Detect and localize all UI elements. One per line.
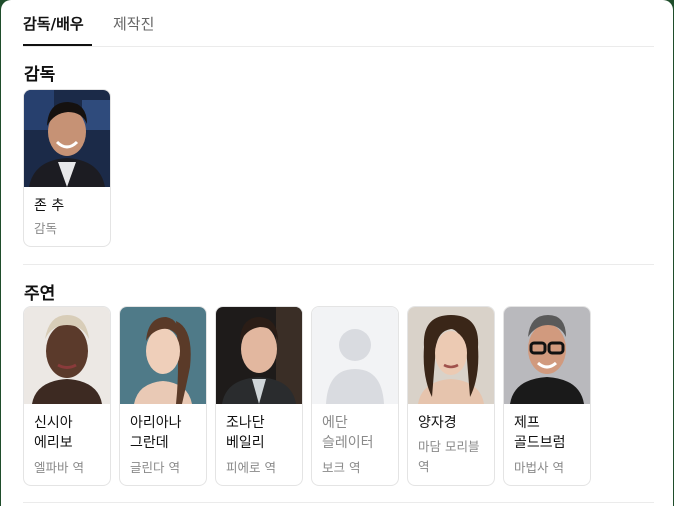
person-photo: [120, 307, 206, 404]
person-name: 신시아 에리보: [34, 415, 73, 451]
person-placeholder-icon: [312, 307, 398, 404]
person-name: 양자경: [418, 415, 457, 431]
person-card-cast[interactable]: 양자경 마담 모리블 역: [407, 306, 495, 486]
person-name: 존 추: [34, 198, 65, 214]
person-role: 보크 역: [322, 460, 361, 475]
tab-cast[interactable]: 감독/배우: [23, 14, 84, 34]
person-name: 에단 슬레이터: [322, 415, 374, 451]
section-divider: [23, 502, 654, 503]
person-photo: [24, 307, 110, 404]
person-photo: [216, 307, 302, 404]
person-role: 글린다 역: [130, 460, 180, 475]
person-role: 피에로 역: [226, 460, 276, 475]
section-divider: [23, 264, 654, 265]
person-name: 조나단 베일리: [226, 415, 265, 451]
person-photo: [24, 90, 110, 187]
person-photo: [408, 307, 494, 404]
person-name: 제프 골드브럼: [514, 415, 566, 451]
person-card-cast[interactable]: 제프 골드브럼 마법사 역: [503, 306, 591, 486]
person-card-cast[interactable]: 조나단 베일리 피에로 역: [215, 306, 303, 486]
tab-crew[interactable]: 제작진: [113, 14, 154, 34]
person-role: 엘파바 역: [34, 460, 84, 475]
cast-panel: 감독/배우 제작진 감독 존 추 감독 주연 신시아 에리보 엘파바 역 아리아…: [1, 0, 673, 506]
person-card-cast[interactable]: 신시아 에리보 엘파바 역: [23, 306, 111, 486]
person-card-director[interactable]: 존 추 감독: [23, 89, 111, 247]
person-role: 마법사 역: [514, 460, 564, 475]
person-card-cast[interactable]: 아리아나 그란데 글린다 역: [119, 306, 207, 486]
person-role: 감독: [34, 221, 58, 236]
person-role: 마담 모리블 역: [418, 439, 480, 474]
person-card-cast[interactable]: 에단 슬레이터 보크 역: [311, 306, 399, 486]
active-tab-indicator: [23, 44, 92, 46]
section-title-director: 감독: [24, 65, 56, 85]
person-name: 아리아나 그란데: [130, 415, 182, 451]
person-photo: [504, 307, 590, 404]
section-title-cast: 주연: [24, 284, 56, 304]
tab-bar: 감독/배우 제작진: [23, 0, 654, 47]
